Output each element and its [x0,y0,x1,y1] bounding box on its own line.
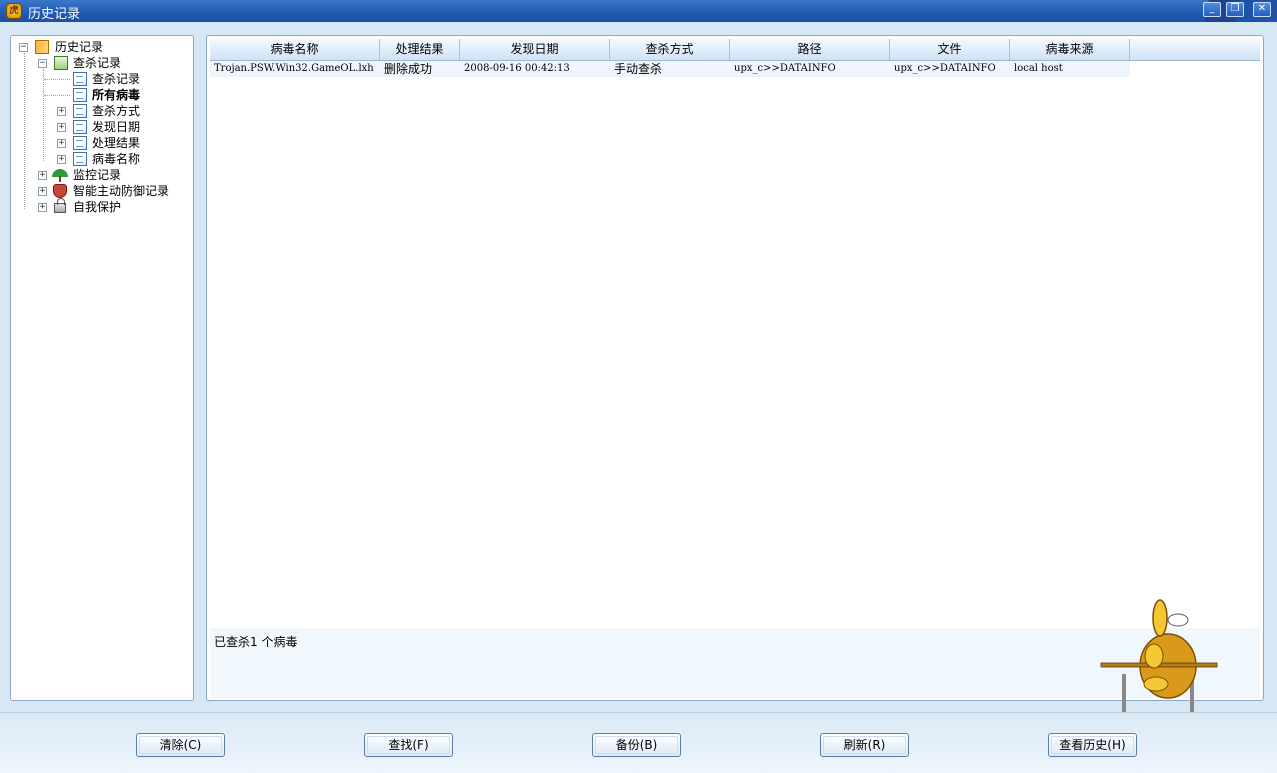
tree-connector [24,53,25,209]
document-icon [73,136,87,150]
close-button[interactable]: ✕ [1253,2,1271,17]
view-history-button[interactable]: 查看历史(H) [1048,733,1137,757]
collapse-toggle[interactable]: − [38,59,47,68]
view-history-button-inner [1051,736,1134,754]
mascot-arm [1144,643,1164,669]
tree-item-label: 发现日期 [92,120,141,134]
column-header-date[interactable]: 发现日期 [460,39,610,60]
tree-item-label: 所有病毒 [92,88,141,102]
find-button[interactable]: 查找(F) [364,733,453,757]
table-header: 病毒名称 处理结果 发现日期 查杀方式 路径 文件 病毒来源 [210,39,1260,61]
mascot-leg [1143,676,1169,692]
tree-item-label: 查杀记录 [92,72,141,86]
book-icon [35,40,49,54]
umbrella-icon [52,168,68,182]
window-title: 历史记录 [28,7,81,22]
expand-toggle[interactable]: + [38,203,47,212]
shield-icon [53,184,67,198]
tree-item-label: 处理结果 [92,136,141,150]
bottom-toolbar: 清除(C) 查找(F) 备份(B) 刷新(R) 查看历史(H) [0,712,1277,773]
history-tree: − 历史记录 − 查杀记录 查杀记录 所有病毒 + 查杀方式 + 发现日期 + … [11,36,193,700]
document-icon [73,88,87,102]
column-header-path[interactable]: 路径 [730,39,890,60]
collapse-toggle[interactable]: − [19,43,28,52]
tree-item-active-defense[interactable]: + 智能主动防御记录 [38,183,188,199]
backup-button-inner [595,736,678,754]
tree-item-self-protect[interactable]: + 自我保护 [38,198,188,215]
tree-item-label: 病毒名称 [92,152,141,166]
tree-item-label: 查杀方式 [92,104,141,118]
cell-file: upx_c>>DATAINFO [894,63,996,74]
tree-item-label: 自我保护 [73,200,122,214]
column-header-file[interactable]: 文件 [890,39,1010,60]
tree-item-scan-log[interactable]: 查杀记录 [57,71,187,87]
tree-item-label: 查杀记录 [73,56,122,70]
navigation-tree-panel: − 历史记录 − 查杀记录 查杀记录 所有病毒 + 查杀方式 + 发现日期 + … [10,35,194,701]
expand-toggle[interactable]: + [57,123,66,132]
column-header-source[interactable]: 病毒来源 [1010,39,1130,60]
tree-item-all-viruses[interactable]: 所有病毒 [57,87,187,103]
cell-virus-name: Trojan.PSW.Win32.GameOL.lxh [214,63,374,74]
tiger-app-icon[interactable]: 虎 [6,3,22,19]
tree-item-found-date[interactable]: + 发现日期 [57,119,187,135]
tree-item-label: 监控记录 [73,168,122,182]
expand-toggle[interactable]: + [57,139,66,148]
tree-item-scan-records[interactable]: − 查杀记录 [38,55,188,71]
minimize-button[interactable]: _ [1203,2,1221,17]
tree-item-result[interactable]: + 处理结果 [57,135,187,151]
scan-icon [54,56,68,70]
tree-item-label: 智能主动防御记录 [73,184,170,198]
document-icon [73,152,87,166]
title-bar: 虎 历史记录 _ ❐ ✕ [0,0,1277,22]
refresh-button[interactable]: 刷新(R) [820,733,909,757]
cell-result: 删除成功 [384,62,433,76]
restore-button[interactable]: ❐ [1226,2,1244,17]
cell-date: 2008-09-16 00:42:13 [464,63,570,74]
clear-button-inner [139,736,222,754]
column-header-virus-name[interactable]: 病毒名称 [210,39,380,60]
clear-button[interactable]: 清除(C) [136,733,225,757]
table-row[interactable]: Trojan.PSW.Win32.GameOL.lxh 删除成功 2008-09… [210,61,1130,77]
document-icon [73,72,87,86]
mascot-head [1152,599,1168,637]
tree-item-monitor-records[interactable]: + 监控记录 [38,167,188,183]
expand-toggle[interactable]: + [57,107,66,116]
document-icon [73,104,87,118]
column-header-result[interactable]: 处理结果 [380,39,460,60]
expand-toggle[interactable]: + [57,155,66,164]
expand-toggle[interactable]: + [38,187,47,196]
rising-lion-mascot-icon [1100,599,1218,724]
tree-item-history[interactable]: − 历史记录 [19,39,189,55]
lock-icon [54,198,66,213]
backup-button[interactable]: 备份(B) [592,733,681,757]
column-header-method[interactable]: 查杀方式 [610,39,730,60]
document-icon [73,120,87,134]
cell-source: local host [1014,63,1063,74]
status-text: 已查杀1 个病毒 [214,635,298,649]
expand-toggle[interactable]: + [38,171,47,180]
find-button-inner [367,736,450,754]
mascot-tail [1167,613,1189,627]
cell-path: upx_c>>DATAINFO [734,63,836,74]
tree-item-virus-name[interactable]: + 病毒名称 [57,151,187,167]
tree-item-scan-method[interactable]: + 查杀方式 [57,103,187,119]
tree-item-label: 历史记录 [55,40,104,54]
cell-method: 手动查杀 [614,62,663,76]
refresh-button-inner [823,736,906,754]
tree-connector [43,69,44,161]
